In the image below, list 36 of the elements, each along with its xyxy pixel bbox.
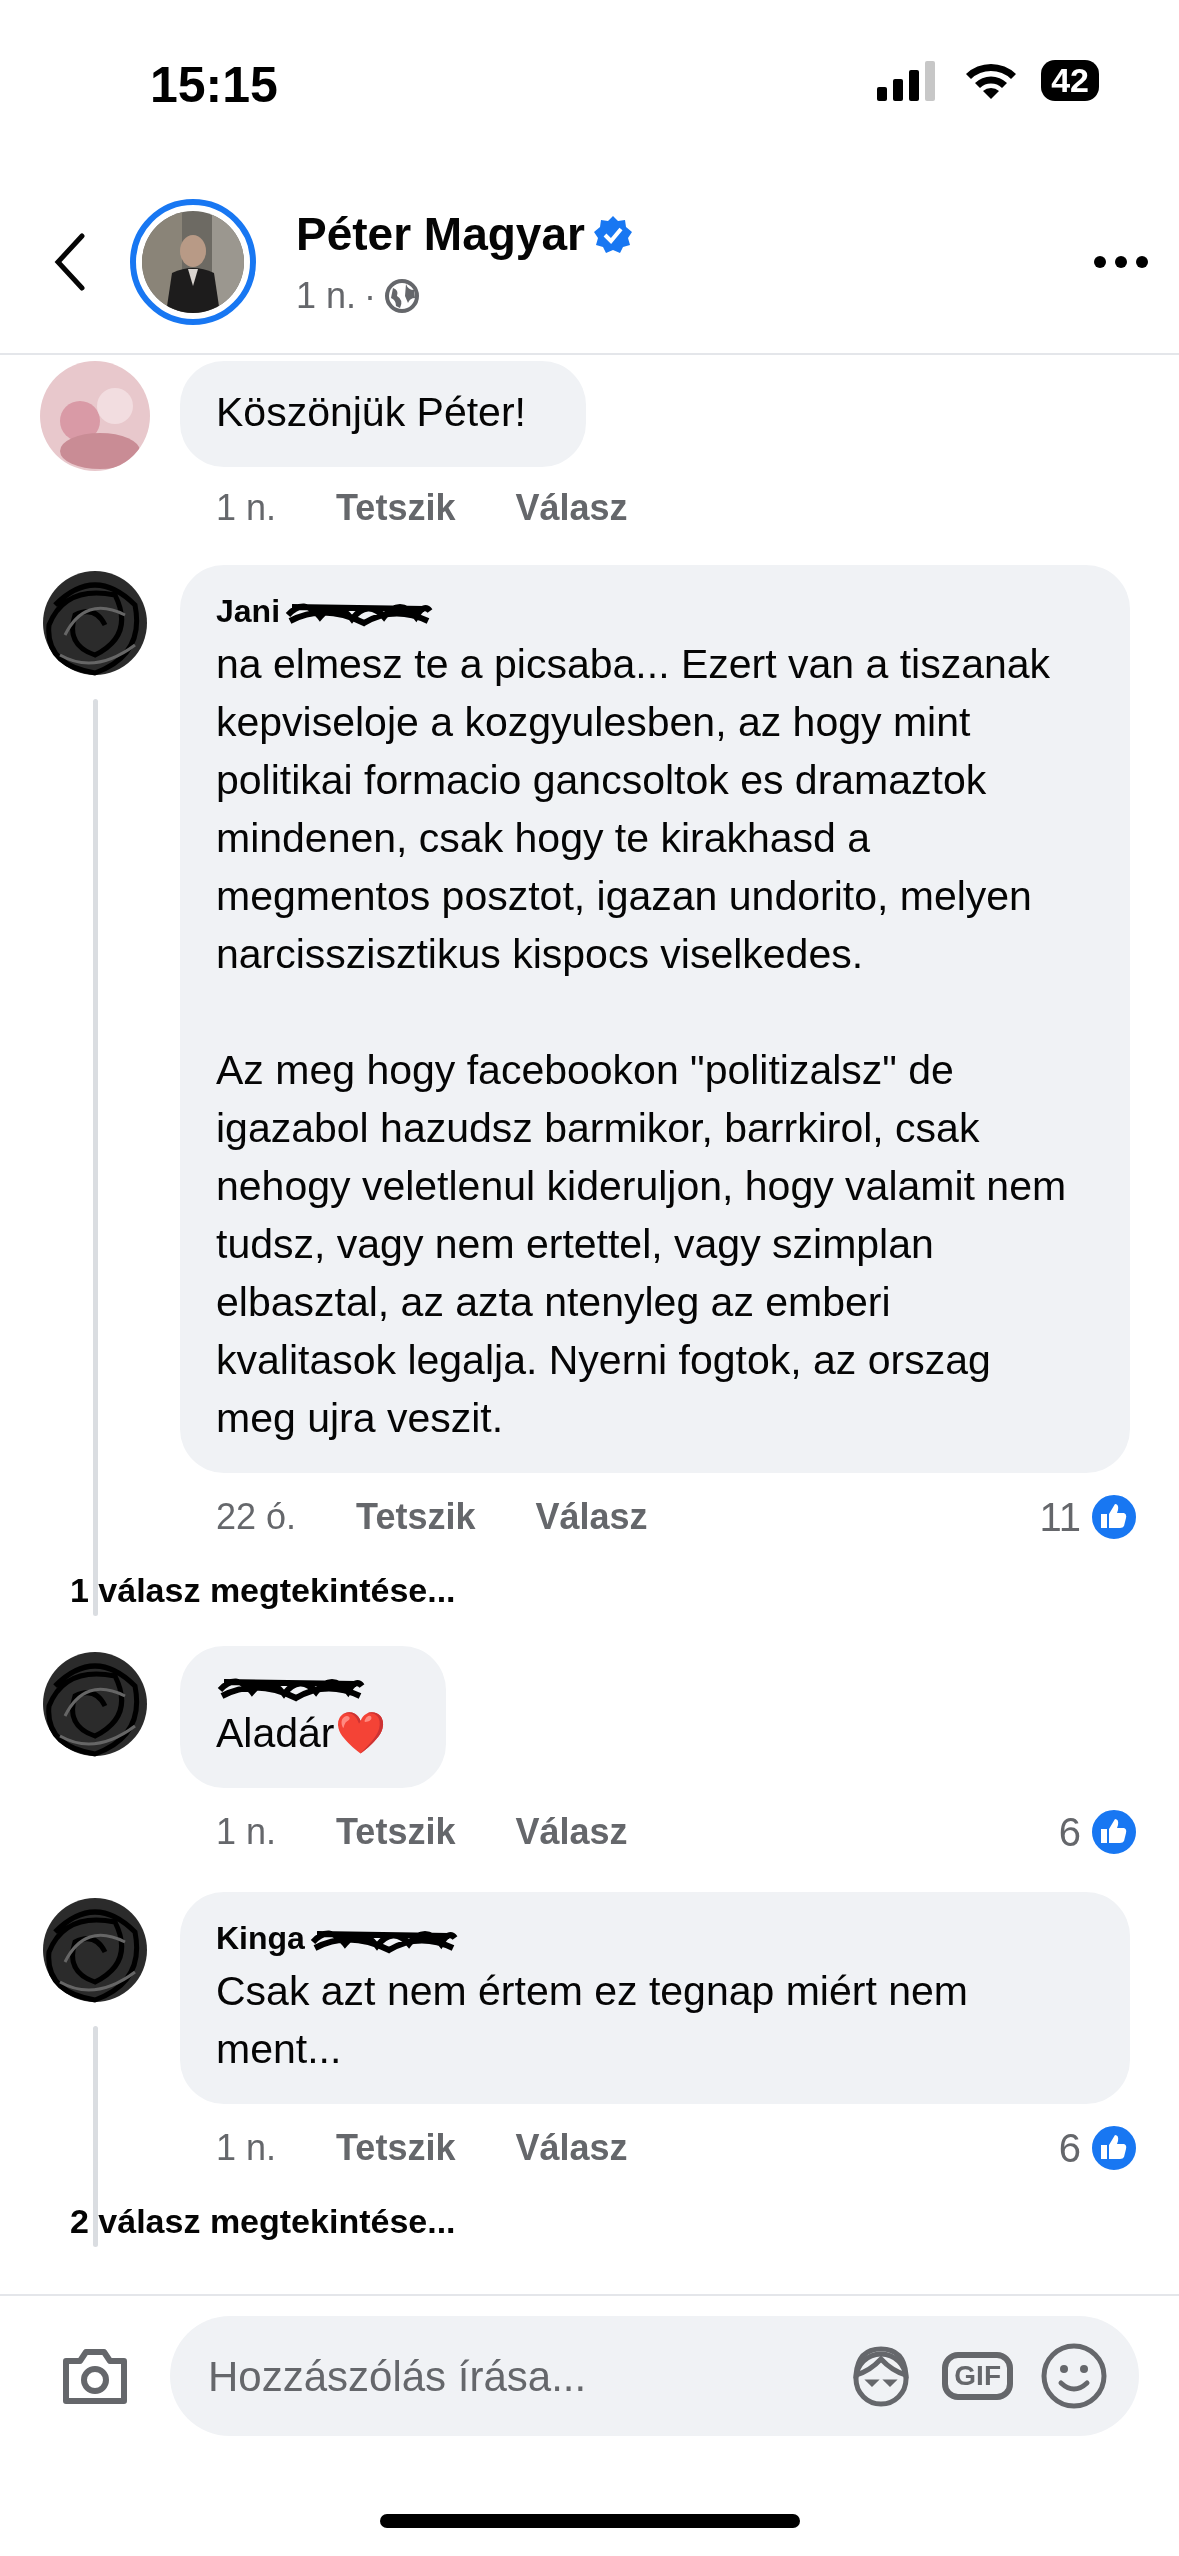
author-name[interactable]: Péter Magyar <box>296 200 585 269</box>
like-count: 6 <box>1058 2125 1081 2172</box>
separator-dot: · <box>364 274 377 318</box>
comment-input[interactable]: Hozzászólás írása... GIF <box>170 2316 1139 2436</box>
like-link[interactable]: Tetszik <box>336 2121 456 2175</box>
globe-icon <box>384 278 421 314</box>
like-count: 6 <box>1058 1809 1081 1856</box>
view-replies-link[interactable]: 2 válasz megtekintése... <box>70 2196 456 2247</box>
post-time: 1 n. <box>296 274 357 318</box>
comment-time: 22 ó. <box>216 1495 297 1539</box>
commenter-name[interactable]: Kinga <box>216 1914 305 1962</box>
reply-link[interactable]: Válasz <box>515 2121 628 2175</box>
like-count: 11 <box>1039 1494 1081 1541</box>
clock: 15:15 <box>150 60 278 110</box>
comment-time: 1 n. <box>216 2126 277 2170</box>
like-link[interactable]: Tetszik <box>336 1805 456 1859</box>
comment-text: Aladár❤ <box>216 1709 386 1758</box>
comment-text: Köszönjük Péter! <box>216 388 526 437</box>
reply-link[interactable]: Válasz <box>515 481 628 535</box>
comment-time: 1 n. <box>216 486 277 530</box>
like-icon <box>1089 1492 1139 1542</box>
comment-text: Csak azt nem értem ez tegnap miért nem ment... <box>216 1967 969 2074</box>
like-icon <box>1089 1807 1139 1857</box>
comment-text: na elmesz te a picsaba... Ezert van a tiszanak kepviseloje a kozgyulesben, az hogy mint politikai formacio gancsoltok es dramaztok mindenen, csak hogy te kirakhasd a megmentos posztot, igazan undorito, melyen narcisszisztikus kispocs viselkedes. Az meg hogy facebookon "politizalsz" de igazabol hazudsz barmikor, barrkirol, csak nehogy veletlenul kideruljon, hogy valamit nem tudsz, vagy nem ertettel, vagy szimplan elbasztal, az azta ntenyleg az emberi kvalitasok legalja. Nyerni fogtok, az orszag meg ujra veszit. <box>216 640 1068 1443</box>
commenter-name[interactable]: Jani <box>216 587 281 635</box>
gif-button[interactable]: GIF <box>942 2352 1013 2400</box>
comment-time: 1 n. <box>216 1810 277 1854</box>
like-link[interactable]: Tetszik <box>336 481 456 535</box>
view-replies-link[interactable]: 1 válasz megtekintése... <box>70 1565 456 1616</box>
reply-link[interactable]: Válasz <box>515 1805 628 1859</box>
emoji-icon[interactable] <box>1039 2341 1109 2411</box>
like-link[interactable]: Tetszik <box>356 1490 476 1544</box>
battery-level: 42 <box>1041 60 1099 102</box>
reply-link[interactable]: Válasz <box>535 1490 648 1544</box>
more-icon[interactable] <box>1093 254 1149 269</box>
like-icon <box>1089 2123 1139 2173</box>
